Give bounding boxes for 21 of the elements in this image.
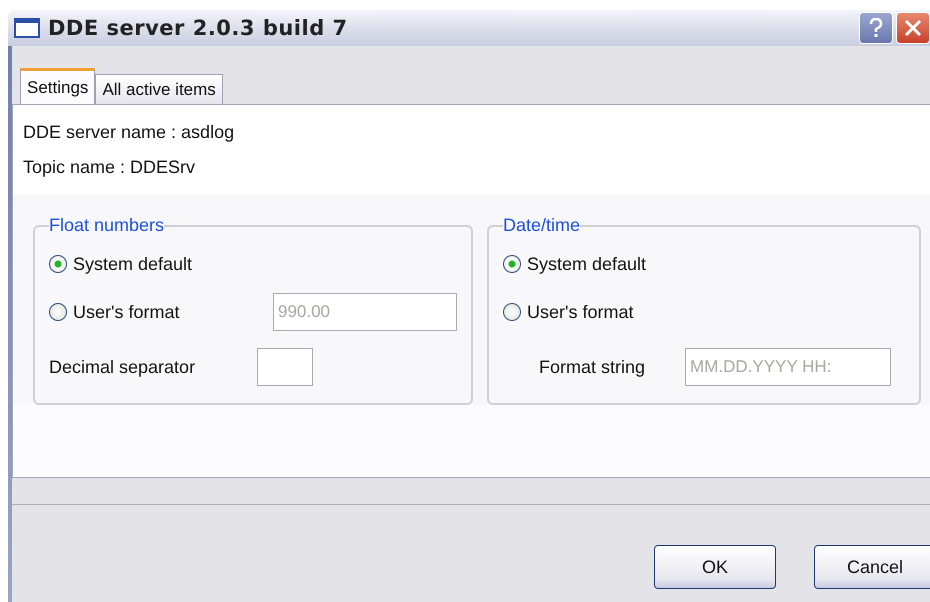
group-title: Float numbers — [49, 215, 164, 236]
help-icon — [869, 18, 883, 38]
info-text: Topic name : DDESrv — [23, 156, 196, 179]
radio-option[interactable]: System default — [503, 254, 727, 274]
radio-option[interactable]: User's format — [49, 302, 273, 322]
info-text: DDE server name : asdlog — [23, 121, 236, 144]
radio-option[interactable]: User's format — [503, 302, 727, 322]
field-label: Format string — [539, 356, 646, 378]
field-label: Decimal separator — [49, 356, 196, 378]
cancel-button[interactable]: Cancel — [814, 545, 930, 589]
window-icon — [14, 18, 40, 38]
close-button[interactable] — [896, 12, 930, 44]
group-title: Date/time — [503, 215, 580, 236]
tab[interactable]: All active items — [95, 74, 223, 104]
help-button[interactable] — [859, 12, 893, 44]
input-field[interactable] — [257, 348, 314, 386]
tab[interactable]: Settings — [20, 68, 96, 104]
ok-button[interactable]: OK — [654, 545, 776, 589]
radio-option[interactable]: System default — [49, 254, 273, 274]
close-icon — [903, 18, 923, 38]
window-title: DDE server 2.0.3 build 7 — [48, 16, 348, 40]
